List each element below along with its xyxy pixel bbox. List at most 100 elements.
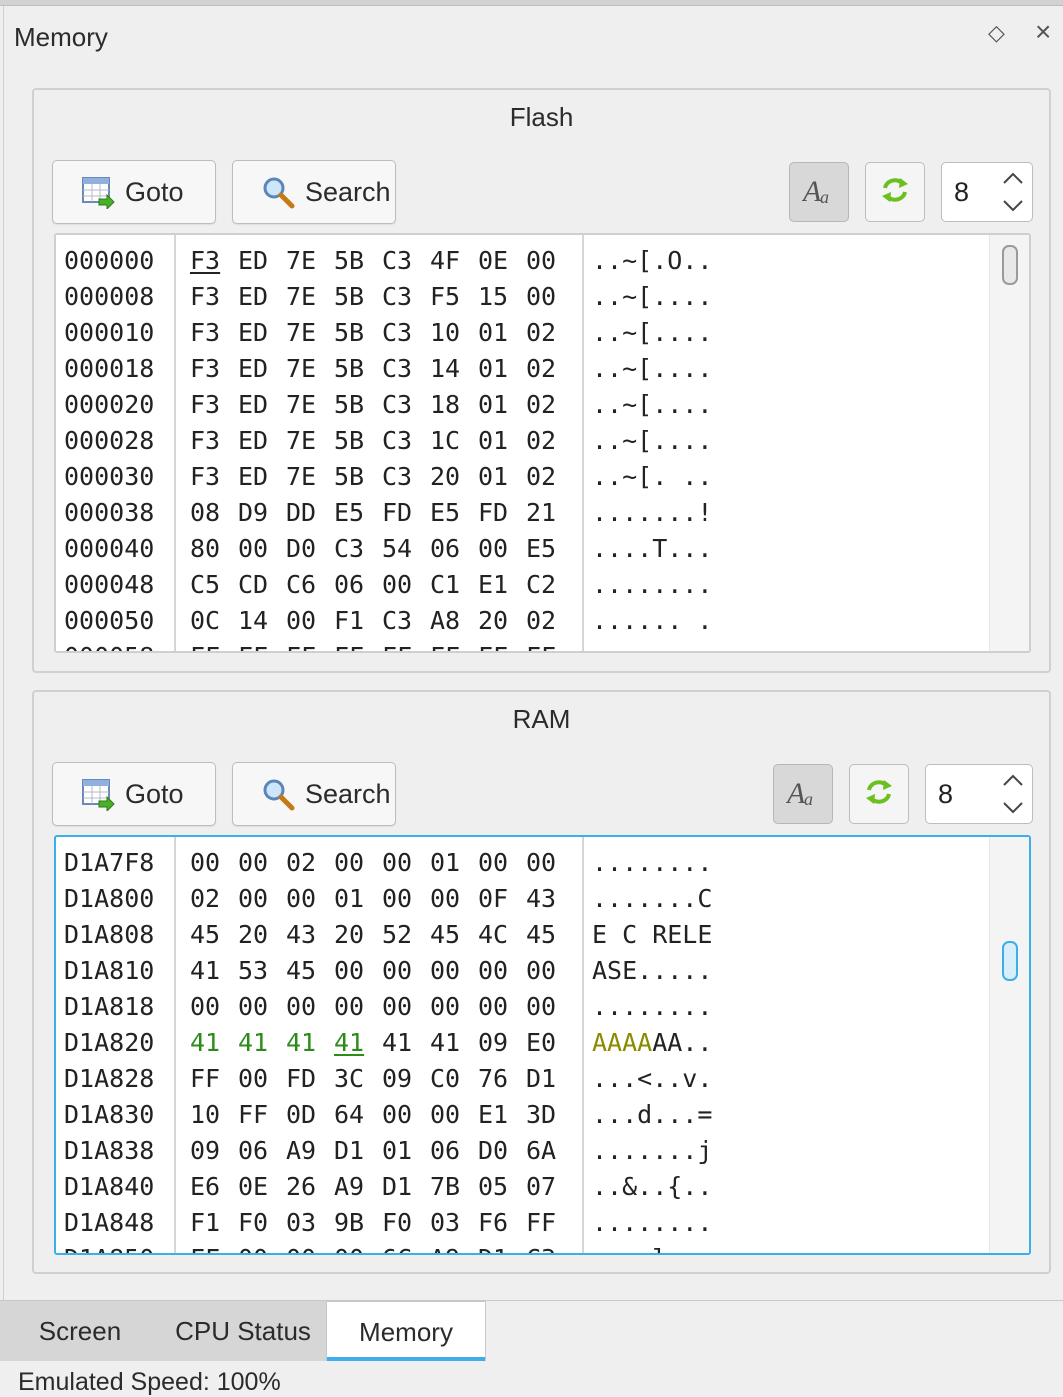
hex-byte[interactable]: 00	[286, 1241, 334, 1253]
hex-byte[interactable]: A9	[286, 1133, 334, 1169]
hex-byte[interactable]: 53	[238, 953, 286, 989]
hex-row[interactable]: 45 20 43 20 52 45 4C 45	[190, 917, 574, 953]
hex-byte[interactable]: 5B	[334, 243, 382, 279]
hex-row[interactable]: 41 41 41 41 41 41 09 E0	[190, 1025, 574, 1061]
hex-byte[interactable]: FF	[382, 639, 430, 651]
hex-byte[interactable]: F3	[190, 243, 238, 279]
hex-byte[interactable]: 06	[334, 567, 382, 603]
hex-row[interactable]: F3 ED 7E 5B C3 20 01 02	[190, 459, 574, 495]
hex-byte[interactable]: 76	[478, 1061, 526, 1097]
hex-byte[interactable]: 52	[382, 917, 430, 953]
hex-byte[interactable]: 41	[190, 953, 238, 989]
hex-byte[interactable]: 6A	[526, 1133, 574, 1169]
hex-byte[interactable]: F5	[430, 279, 478, 315]
flash-search-button[interactable]: Search	[232, 160, 396, 224]
hex-byte[interactable]: 0D	[286, 1097, 334, 1133]
hex-byte[interactable]: 20	[430, 459, 478, 495]
flash-refresh-button[interactable]	[865, 162, 925, 222]
hex-byte[interactable]: 09	[478, 1025, 526, 1061]
hex-byte[interactable]: 00	[430, 953, 478, 989]
hex-byte[interactable]: 41	[286, 1025, 334, 1061]
ram-hex-view[interactable]: D1A7F8 D1A800 D1A808 D1A810 D1A818 D1A820 D1A8…	[54, 835, 1031, 1255]
hex-row[interactable]: FF0000006CA9D1C3	[190, 1241, 574, 1253]
hex-byte[interactable]: 21	[526, 495, 574, 531]
hex-byte[interactable]: 0F	[478, 881, 526, 917]
hex-byte[interactable]: 02	[526, 459, 574, 495]
hex-byte[interactable]: 06	[238, 1133, 286, 1169]
flash-scrollbar[interactable]	[989, 235, 1029, 651]
hex-byte[interactable]: 7E	[286, 315, 334, 351]
hex-byte[interactable]: F3	[190, 315, 238, 351]
hex-byte[interactable]: 14	[238, 603, 286, 639]
ascii-row[interactable]: ..&..{..	[592, 1169, 712, 1205]
hex-byte[interactable]: 01	[382, 1133, 430, 1169]
hex-byte[interactable]: 10	[430, 315, 478, 351]
hex-byte[interactable]: 01	[478, 315, 526, 351]
hex-byte[interactable]: 64	[334, 1097, 382, 1133]
hex-byte[interactable]: 06	[430, 531, 478, 567]
hex-byte[interactable]: E1	[478, 567, 526, 603]
hex-byte[interactable]: 00	[382, 845, 430, 881]
hex-byte[interactable]: 20	[238, 917, 286, 953]
hex-byte[interactable]: 3C	[334, 1061, 382, 1097]
hex-byte[interactable]: 41	[238, 1025, 286, 1061]
hex-byte[interactable]: ED	[238, 459, 286, 495]
hex-byte[interactable]: 5B	[334, 459, 382, 495]
hex-byte[interactable]: E5	[334, 495, 382, 531]
flash-scrollbar-thumb[interactable]	[1002, 245, 1018, 285]
hex-byte[interactable]: 20	[334, 917, 382, 953]
ascii-row[interactable]: ....l...	[592, 1241, 712, 1253]
hex-byte[interactable]: 00	[430, 881, 478, 917]
hex-byte[interactable]: 7E	[286, 423, 334, 459]
hex-byte[interactable]: 02	[286, 845, 334, 881]
hex-row[interactable]: 41 53 45 00 00 00 00 00	[190, 953, 574, 989]
hex-byte[interactable]: 0C	[190, 603, 238, 639]
flash-hex-view[interactable]: 000000 000008 000010 000018 000020 000028 0000…	[54, 233, 1031, 653]
hex-byte[interactable]: 26	[286, 1169, 334, 1205]
hex-byte[interactable]: 5B	[334, 387, 382, 423]
hex-byte[interactable]: 09	[382, 1061, 430, 1097]
hex-byte[interactable]: 01	[478, 351, 526, 387]
hex-byte[interactable]: C3	[382, 243, 430, 279]
hex-row[interactable]: F3 ED 7E 5B C3 F5 15 00	[190, 279, 574, 315]
hex-row[interactable]: F3 ED 7E 5B C3 18 01 02	[190, 387, 574, 423]
hex-byte[interactable]: 00	[382, 1097, 430, 1133]
hex-byte[interactable]: 5B	[334, 279, 382, 315]
flash-bytes-per-row-spinbox[interactable]: 8	[941, 162, 1033, 222]
hex-byte[interactable]: 07	[526, 1169, 574, 1205]
hex-byte[interactable]: 41	[430, 1025, 478, 1061]
ram-font-toggle[interactable]: A a	[773, 764, 833, 824]
hex-row[interactable]: F3 ED 7E 5B C3 4F 0E 00	[190, 243, 574, 279]
float-icon[interactable]: ◇	[988, 20, 1005, 46]
hex-byte[interactable]: 00	[478, 845, 526, 881]
hex-byte[interactable]: 00	[430, 989, 478, 1025]
hex-byte[interactable]: 54	[382, 531, 430, 567]
hex-byte[interactable]: 00	[238, 989, 286, 1025]
hex-byte[interactable]: ED	[238, 243, 286, 279]
hex-byte[interactable]: C3	[382, 603, 430, 639]
hex-byte[interactable]: ED	[238, 423, 286, 459]
hex-byte[interactable]: 00	[190, 845, 238, 881]
hex-byte[interactable]: 45	[286, 953, 334, 989]
hex-row[interactable]: F3 ED 7E 5B C3 14 01 02	[190, 351, 574, 387]
hex-byte[interactable]: 7E	[286, 459, 334, 495]
hex-byte[interactable]: 4C	[478, 917, 526, 953]
ram-bytes-per-row-spinbox[interactable]: 8	[925, 764, 1033, 824]
hex-byte[interactable]: FD	[286, 1061, 334, 1097]
hex-byte[interactable]: 01	[478, 387, 526, 423]
hex-byte[interactable]: ED	[238, 351, 286, 387]
hex-byte[interactable]: 00	[238, 881, 286, 917]
flash-ascii-column[interactable]: ..~[.O.. ..~[.... ..~[.... ..~[.... ..~[....…	[584, 235, 992, 651]
hex-byte[interactable]: F3	[190, 423, 238, 459]
hex-byte[interactable]: 7E	[286, 387, 334, 423]
hex-byte[interactable]: 02	[190, 881, 238, 917]
ascii-row[interactable]: ...d...=	[592, 1097, 712, 1133]
hex-byte[interactable]: 00	[238, 1241, 286, 1253]
hex-row[interactable]: 00 00 00 00 00 00 00 00	[190, 989, 574, 1025]
ascii-row[interactable]: ..~[....	[592, 315, 712, 351]
hex-byte[interactable]: A9	[334, 1169, 382, 1205]
hex-byte[interactable]: D1	[478, 1241, 526, 1253]
hex-byte[interactable]: F1	[334, 603, 382, 639]
hex-byte[interactable]: 41	[190, 1025, 238, 1061]
hex-byte[interactable]: E5	[526, 531, 574, 567]
